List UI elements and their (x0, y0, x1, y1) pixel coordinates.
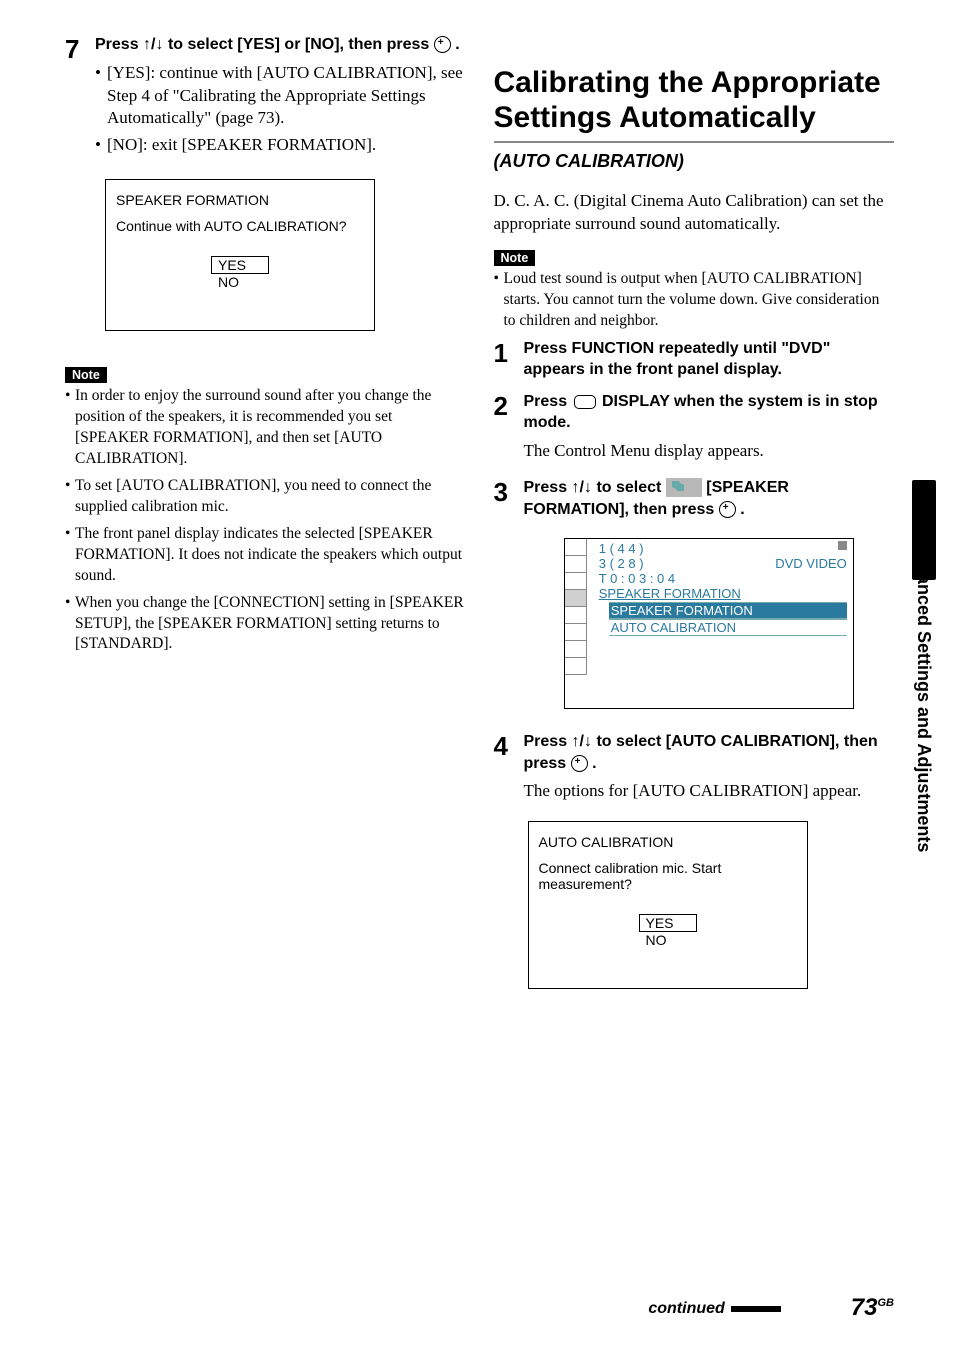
left-column: 7 Press ↑/↓ to select [YES] or [NO], the… (65, 30, 466, 1007)
menu-line: 1 ( 4 4 ) (599, 541, 644, 556)
note-item: To set [AUTO CALIBRATION], you need to c… (65, 476, 466, 518)
osd-choice-no: NO (211, 274, 269, 290)
osd-speaker-formation: SPEAKER FORMATION Continue with AUTO CAL… (105, 179, 375, 331)
step-7-bullets: [YES]: continue with [AUTO CALIBRATION],… (95, 62, 466, 158)
page-number-value: 73 (851, 1294, 878, 1321)
note-badge: Note (494, 250, 536, 266)
osd-title: SPEAKER FORMATION (116, 192, 364, 208)
step-4: 4 Press ↑/↓ to select [AUTO CALIBRATION]… (494, 731, 895, 1007)
page-content: 7 Press ↑/↓ to select [YES] or [NO], the… (0, 0, 954, 1007)
step-2-result: The Control Menu display appears. (524, 440, 895, 463)
text: Press (95, 36, 143, 53)
note-item: Loud test sound is output when [AUTO CAL… (494, 269, 895, 332)
continued-label: continued (648, 1300, 724, 1317)
up-down-arrow-icon: ↑/↓ (572, 479, 592, 496)
osd-choice-yes: YES (639, 914, 697, 932)
intro-paragraph: D. C. A. C. (Digital Cinema Auto Calibra… (494, 190, 895, 236)
note-item: The front panel display indicates the se… (65, 524, 466, 587)
right-note: Loud test sound is output when [AUTO CAL… (494, 269, 895, 332)
step-7-instruction: Press ↑/↓ to select [YES] or [NO], then … (95, 34, 466, 56)
side-tab-label: Advanced Settings and Adjustments (913, 540, 934, 852)
continued-indicator: continued (648, 1298, 780, 1318)
bullet-no: [NO]: exit [SPEAKER FORMATION]. (95, 134, 466, 157)
step-2: 2 Press DISPLAY when the system is in st… (494, 391, 895, 473)
stop-icon (838, 541, 847, 550)
speaker-formation-icon (666, 478, 702, 497)
step-number-1: 1 (494, 338, 524, 369)
enter-button-icon (571, 755, 588, 772)
osd-choice-no: NO (639, 932, 697, 948)
menu-option-selected: SPEAKER FORMATION (609, 602, 847, 619)
step-2-instruction: Press DISPLAY when the system is in stop… (524, 391, 895, 434)
page-number: 73GB (851, 1294, 894, 1322)
section-side-tab: Advanced Settings and Adjustments (912, 480, 936, 1260)
control-menu-display: 1 ( 4 4 ) 3 ( 2 8 ) DVD VIDEO T 0 : 0 3 :… (564, 538, 854, 709)
step-4-instruction: Press ↑/↓ to select [AUTO CALIBRATION], … (524, 731, 895, 774)
step-4-result: The options for [AUTO CALIBRATION] appea… (524, 780, 895, 803)
left-notes: In order to enjoy the surround sound aft… (65, 386, 466, 655)
menu-line: T 0 : 0 3 : 0 4 (599, 571, 847, 586)
text: . (736, 501, 745, 518)
osd-question: Connect calibration mic. Start measureme… (539, 860, 797, 892)
step-number-3: 3 (494, 477, 524, 508)
text: Press (524, 393, 572, 410)
step-1-instruction: Press FUNCTION repeatedly until "DVD" ap… (524, 338, 895, 381)
note-item: When you change the [CONNECTION] setting… (65, 593, 466, 656)
menu-current: SPEAKER FORMATION (599, 586, 847, 601)
display-button-icon (574, 395, 596, 409)
step-7: 7 Press ↑/↓ to select [YES] or [NO], the… (65, 34, 466, 161)
text: to select (592, 479, 666, 496)
osd-choices: YES NO (639, 914, 697, 948)
menu-main: 1 ( 4 4 ) 3 ( 2 8 ) DVD VIDEO T 0 : 0 3 :… (587, 539, 853, 638)
text: . (588, 755, 597, 772)
continued-bar-icon (731, 1306, 781, 1312)
note-badge: Note (65, 367, 107, 383)
text: Press (524, 733, 572, 750)
osd-title: AUTO CALIBRATION (539, 834, 797, 850)
menu-option: AUTO CALIBRATION (609, 619, 847, 636)
section-heading: Calibrating the Appropriate Settings Aut… (494, 66, 895, 143)
up-down-arrow-icon: ↑/↓ (572, 733, 592, 750)
right-column: Calibrating the Appropriate Settings Aut… (494, 30, 895, 1007)
step-3-instruction: Press ↑/↓ to select [SPEAKER FORMATION],… (524, 477, 895, 520)
osd-choices: YES NO (211, 256, 269, 290)
text: to select [YES] or [NO], then press (164, 36, 434, 53)
up-down-arrow-icon: ↑/↓ (143, 36, 163, 53)
page-footer: continued 73GB (648, 1294, 894, 1322)
menu-icon-column (565, 539, 587, 708)
step-3: 3 Press ↑/↓ to select [SPEAKER FORMATION… (494, 477, 895, 727)
step-number-2: 2 (494, 391, 524, 422)
step-number-4: 4 (494, 731, 524, 762)
section-subheading: (AUTO CALIBRATION) (494, 151, 895, 172)
text: Press (524, 479, 572, 496)
osd-auto-calibration: AUTO CALIBRATION Connect calibration mic… (528, 821, 808, 989)
note-item: In order to enjoy the surround sound aft… (65, 386, 466, 470)
step-1: 1 Press FUNCTION repeatedly until "DVD" … (494, 338, 895, 381)
bullet-yes: [YES]: continue with [AUTO CALIBRATION],… (95, 62, 466, 131)
menu-line: 3 ( 2 8 ) (599, 556, 644, 571)
enter-button-icon (434, 36, 451, 53)
step-number-7: 7 (65, 34, 95, 65)
menu-disc-type: DVD VIDEO (775, 556, 847, 571)
enter-button-icon (719, 501, 736, 518)
text: . (451, 36, 460, 53)
page-number-suffix: GB (878, 1297, 895, 1309)
osd-choice-yes: YES (211, 256, 269, 274)
osd-question: Continue with AUTO CALIBRATION? (116, 218, 364, 234)
